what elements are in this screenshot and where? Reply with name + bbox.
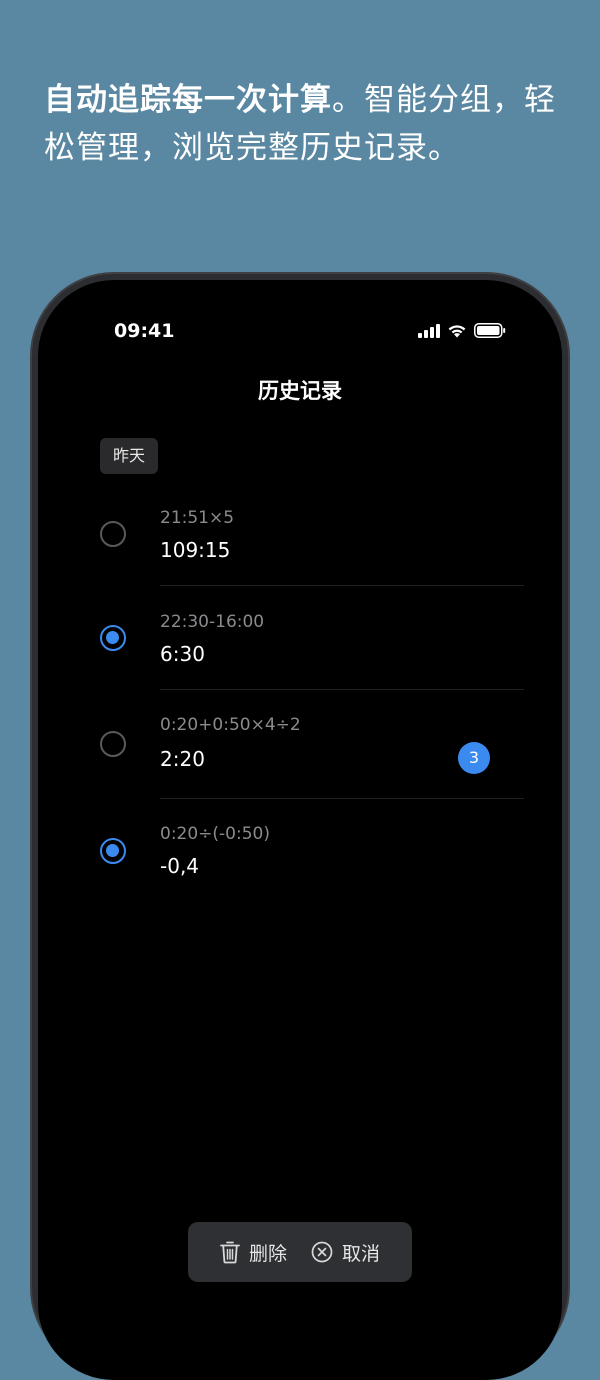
wifi-icon <box>447 323 467 342</box>
cancel-button[interactable]: 取消 <box>311 1239 380 1266</box>
battery-icon <box>474 323 506 342</box>
history-expression: 0:20÷(-0:50) <box>160 824 270 844</box>
section-header-yesterday: 昨天 <box>100 438 159 474</box>
radio-selected-icon[interactable] <box>100 625 126 651</box>
cancel-label: 取消 <box>342 1242 381 1265</box>
divider <box>160 585 524 586</box>
history-expression: 21:51×5 <box>160 508 235 528</box>
delete-button[interactable]: 删除 <box>220 1239 287 1266</box>
history-result: 2:20 <box>160 747 205 771</box>
history-result: 6:30 <box>160 642 205 666</box>
delete-label: 删除 <box>248 1242 287 1265</box>
status-icons <box>418 323 506 342</box>
history-result: -0,4 <box>160 854 200 878</box>
trash-icon <box>220 1240 240 1264</box>
radio-unselected-icon[interactable] <box>100 521 126 547</box>
promo-headline: 自动追踪每一次计算。智能分组，轻松管理，浏览完整历史记录。 <box>44 76 574 172</box>
radio-selected-icon[interactable] <box>100 838 126 864</box>
divider <box>160 798 524 799</box>
divider <box>160 689 524 690</box>
history-expression: 22:30-16:00 <box>160 612 265 632</box>
bottom-action-bar: 删除 取消 <box>188 1222 412 1282</box>
phone-screen: 09:41 历史记录 昨天 21:51×5 109:15 22:30-16:00… <box>38 280 562 1380</box>
page-title: 历史记录 <box>258 379 342 403</box>
cellular-signal-icon <box>418 323 440 342</box>
radio-unselected-icon[interactable] <box>100 731 126 757</box>
promo-headline-bold: 自动追踪每一次计算 <box>44 82 332 118</box>
history-result: 109:15 <box>160 538 231 562</box>
close-circle-icon <box>311 1241 333 1263</box>
history-expression: 0:20+0:50×4÷2 <box>160 715 301 735</box>
count-badge: 3 <box>458 742 490 774</box>
status-time: 09:41 <box>114 320 175 342</box>
